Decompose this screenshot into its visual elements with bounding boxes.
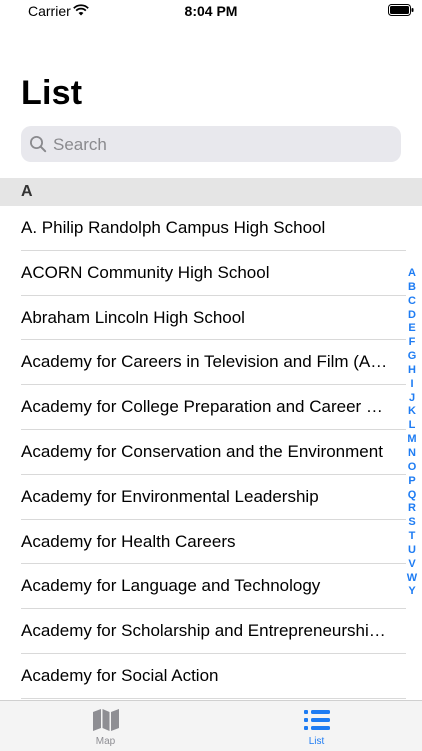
index-letter[interactable]: Q	[406, 489, 418, 503]
search-icon	[30, 136, 47, 153]
index-letter[interactable]: N	[406, 447, 418, 461]
page-title: List	[21, 74, 83, 112]
index-letter[interactable]: I	[406, 378, 418, 392]
list-item-label: Academy for Language and Technology	[21, 576, 321, 596]
list-item[interactable]: Academy for Social Action	[0, 654, 422, 699]
list-item-label: Academy for Scholarship and Entrepreneur…	[21, 621, 386, 641]
battery-icon	[388, 4, 414, 16]
list-item[interactable]: ACORN Community High School	[0, 251, 422, 296]
list-item-label: Academy for Careers in Television and Fi…	[21, 352, 388, 372]
index-letter[interactable]: O	[406, 461, 418, 475]
search-input[interactable]	[51, 126, 395, 164]
index-letter[interactable]: C	[406, 295, 418, 309]
index-letter[interactable]: U	[406, 544, 418, 558]
search-bar[interactable]	[21, 126, 401, 164]
index-letter[interactable]: V	[406, 558, 418, 572]
index-letter[interactable]: T	[406, 530, 418, 544]
list-item-label: A. Philip Randolph Campus High School	[21, 218, 326, 237]
section-header-label: A	[21, 183, 33, 200]
index-letter[interactable]: K	[406, 405, 418, 419]
index-letter[interactable]: L	[406, 419, 418, 433]
index-letter[interactable]: B	[406, 281, 418, 295]
tab-list-label: List	[308, 736, 325, 747]
index-letter[interactable]: H	[406, 364, 418, 378]
index-letter[interactable]: E	[406, 322, 418, 336]
list-item-label: Academy for Conservation and the Environ…	[21, 441, 383, 461]
row-separator	[21, 697, 406, 699]
tab-bar: Map List	[0, 700, 422, 751]
index-letter[interactable]: R	[406, 502, 418, 516]
index-letter[interactable]: A	[406, 267, 418, 281]
map-icon	[93, 709, 119, 731]
list-item-label: Academy for Health Careers	[21, 531, 236, 551]
list-item[interactable]: Academy for Language and Technology	[0, 564, 422, 610]
list-item[interactable]: Academy for Conservation and the Environ…	[0, 430, 422, 475]
list-item-label: Abraham Lincoln High School	[21, 307, 245, 327]
list-item[interactable]: Abraham Lincoln High School	[0, 296, 422, 341]
status-bar: Carrier 8:04 PM	[0, 0, 422, 22]
list-item[interactable]: Academy for College Preparation and Care…	[0, 385, 422, 430]
list-item-label: ACORN Community High School	[21, 262, 270, 282]
index-letter[interactable]: Y	[406, 585, 418, 599]
list-item-label: Academy for College Preparation and Care…	[21, 397, 393, 417]
index-letter[interactable]: W	[406, 572, 418, 586]
list-item-label: Academy for Environmental Leadership	[21, 486, 319, 506]
list-icon	[304, 710, 330, 730]
tab-list[interactable]: List	[211, 701, 422, 751]
status-time: 8:04 PM	[184, 3, 238, 19]
tab-map[interactable]: Map	[0, 701, 211, 751]
tab-map-label: Map	[95, 736, 116, 747]
index-letter[interactable]: S	[406, 516, 418, 530]
index-letter[interactable]: G	[406, 350, 418, 364]
list-item-label: Academy for Social Action	[21, 665, 219, 685]
school-list: A. Philip Randolph Campus High School AC…	[0, 206, 422, 699]
list-item[interactable]: Academy for Careers in Television and Fi…	[0, 340, 422, 386]
list-item[interactable]: Academy for Environmental Leadership	[0, 475, 422, 520]
list-item[interactable]: A. Philip Randolph Campus High School	[0, 206, 422, 251]
index-letter[interactable]: D	[406, 309, 418, 323]
section-index[interactable]: A B C D E F G H I J K L M N O P Q R S T …	[406, 267, 418, 599]
index-letter[interactable]: J	[406, 392, 418, 406]
index-letter[interactable]: P	[406, 475, 418, 489]
index-letter[interactable]: M	[406, 433, 418, 447]
list-item[interactable]: Academy for Scholarship and Entrepreneur…	[0, 609, 422, 654]
index-letter[interactable]: F	[406, 336, 418, 350]
list-item[interactable]: Academy for Health Careers	[0, 520, 422, 565]
section-header: A	[0, 178, 422, 206]
